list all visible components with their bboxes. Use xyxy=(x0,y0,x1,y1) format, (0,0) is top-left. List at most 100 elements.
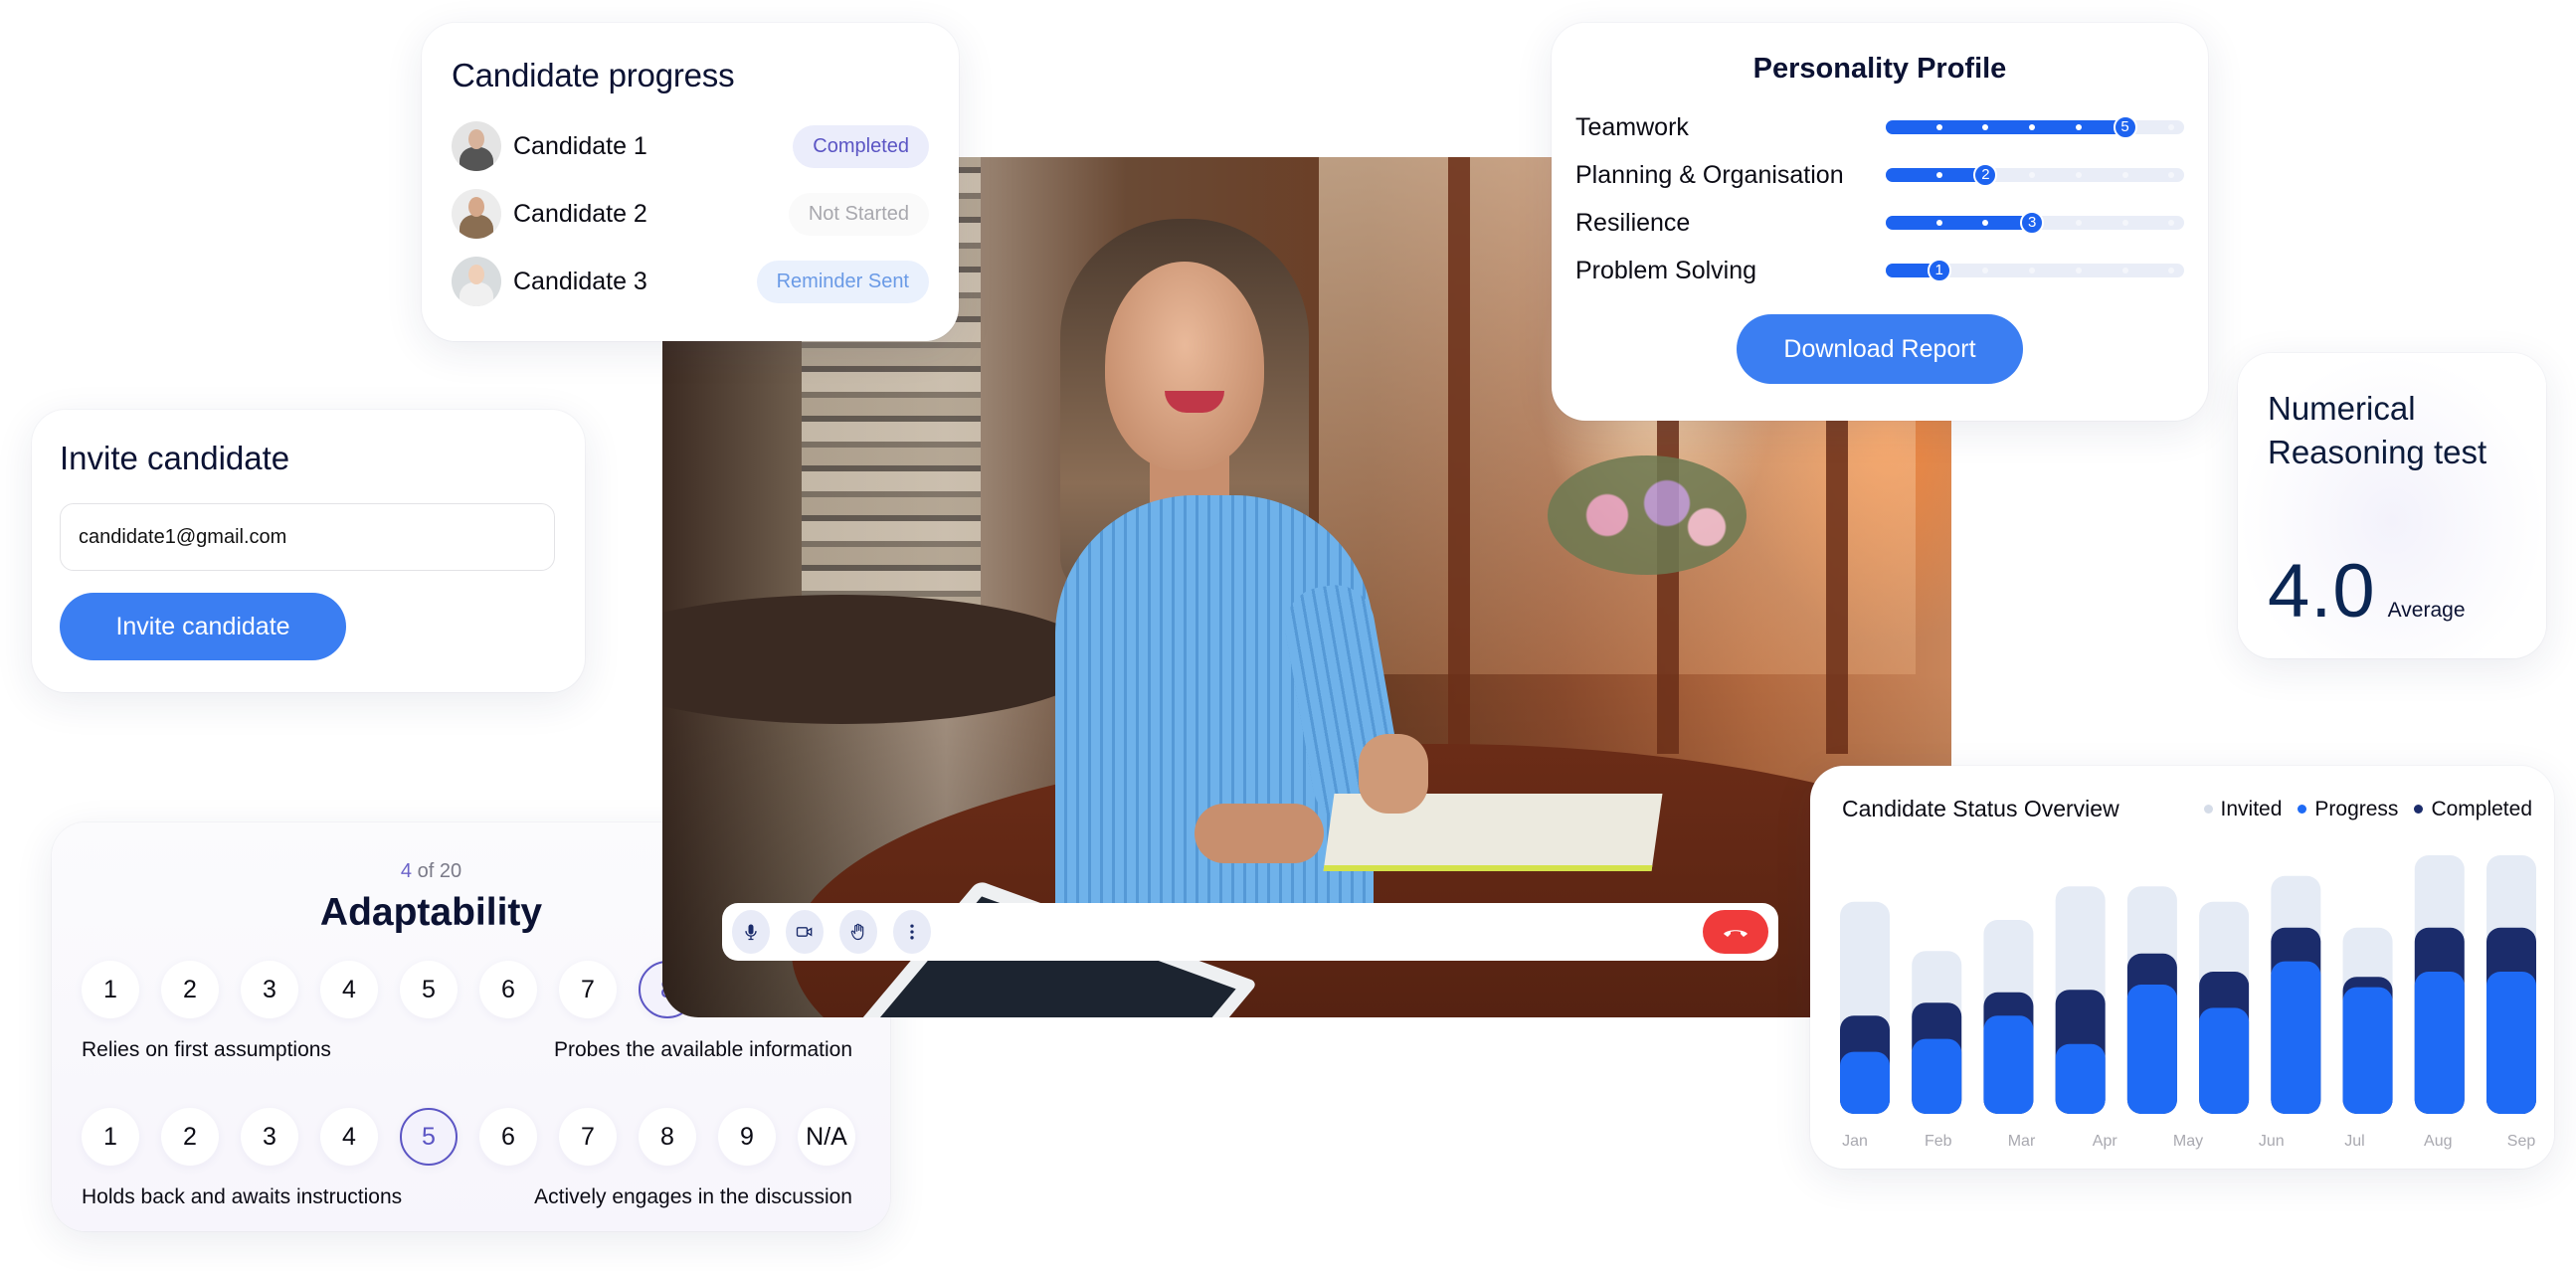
slider-tick xyxy=(2075,124,2082,130)
x-tick-label: Apr xyxy=(2093,1133,2118,1150)
personality-profile-card: Personality Profile Teamwork 5 Planning … xyxy=(1552,23,2208,421)
status-badge: Reminder Sent xyxy=(756,260,929,303)
raise-hand-button[interactable] xyxy=(839,910,877,954)
trait-row: Teamwork 5 xyxy=(1575,103,2184,151)
legend-item-progress: Progress xyxy=(2298,798,2398,821)
slider-handle[interactable]: 3 xyxy=(2020,211,2045,235)
end-call-button[interactable] xyxy=(1703,910,1768,954)
candidate-row[interactable]: Candidate 3 Reminder Sent xyxy=(452,248,929,315)
trait-label: Resilience xyxy=(1575,208,1691,237)
slider-tick xyxy=(2121,220,2128,226)
bar-chart: Jan Feb Mar Apr May Jun Jul Aug Sep xyxy=(1840,855,2536,1150)
video-person-hand xyxy=(1359,734,1428,814)
legend-label: Progress xyxy=(2314,797,2399,820)
rating-option[interactable]: 2 xyxy=(161,1108,219,1166)
chart-header: Candidate Status Overview Invited Progre… xyxy=(1842,796,2532,822)
rating-option[interactable]: 1 xyxy=(82,1108,139,1166)
left-anchor: Holds back and awaits instructions xyxy=(82,1185,403,1208)
slider-tick xyxy=(1935,220,1942,226)
trait-slider[interactable]: 3 xyxy=(1886,211,2184,235)
legend-swatch xyxy=(2203,805,2213,814)
trait-row: Resilience 3 xyxy=(1575,199,2184,247)
email-input[interactable] xyxy=(60,503,555,571)
slider-tick xyxy=(2075,172,2082,178)
microphone-icon xyxy=(745,924,757,941)
trait-row: Planning & Organisation 2 xyxy=(1575,151,2184,199)
x-tick-label: Jul xyxy=(2344,1133,2364,1150)
rating-option[interactable]: 6 xyxy=(479,1108,537,1166)
x-tick-label: Jan xyxy=(1842,1133,1868,1150)
legend-label: Invited xyxy=(2220,797,2283,820)
bar-progress xyxy=(2199,1007,2250,1114)
trait-label: Planning & Organisation xyxy=(1575,160,1844,189)
video-back-table xyxy=(662,595,1100,724)
scale-anchors-1: Relies on first assumptions Probes the a… xyxy=(82,1038,860,1062)
trait-list: Teamwork 5 Planning & Organisation 2 Res… xyxy=(1575,103,2184,294)
bar-progress xyxy=(2055,1043,2106,1114)
bar-progress xyxy=(2126,985,2177,1114)
rating-option[interactable]: 4 xyxy=(320,961,378,1018)
test-title: Numerical Reasoning test xyxy=(2268,390,2487,470)
video-flowers xyxy=(1548,455,1747,575)
more-options-button[interactable] xyxy=(893,910,931,954)
candidate-list: Candidate 1 Completed Candidate 2 Not St… xyxy=(452,112,929,315)
candidate-row[interactable]: Candidate 2 Not Started xyxy=(452,180,929,248)
slider-tick xyxy=(1935,124,1942,130)
x-tick-label: Aug xyxy=(2424,1133,2452,1150)
rating-option[interactable]: 5 xyxy=(400,1108,458,1166)
rating-option[interactable]: 2 xyxy=(161,961,219,1018)
left-anchor: Relies on first assumptions xyxy=(82,1038,331,1061)
numerical-reasoning-card: Numerical Reasoning test 4.0 Average xyxy=(2238,353,2546,658)
slider-tick xyxy=(1982,268,1989,273)
slider-handle[interactable]: 5 xyxy=(2113,115,2137,139)
bar-progress xyxy=(2486,972,2536,1114)
legend-swatch xyxy=(2298,805,2307,814)
slider-tick xyxy=(2075,220,2082,226)
rating-option[interactable]: 7 xyxy=(559,961,617,1018)
trait-slider[interactable]: 1 xyxy=(1886,259,2184,282)
mute-microphone-button[interactable] xyxy=(732,910,770,954)
score-label: Average xyxy=(2387,599,2466,622)
rating-option[interactable]: N/A xyxy=(798,1108,855,1166)
rating-option[interactable]: 4 xyxy=(320,1108,378,1166)
rating-option[interactable]: 9 xyxy=(718,1108,776,1166)
invite-candidate-button[interactable]: Invite candidate xyxy=(60,593,346,660)
candidate-row[interactable]: Candidate 1 Completed xyxy=(452,112,929,180)
legend-item-invited: Invited xyxy=(2203,797,2283,821)
rating-option[interactable]: 5 xyxy=(400,961,458,1018)
trait-label: Teamwork xyxy=(1575,112,1689,141)
x-tick-label: Feb xyxy=(1925,1133,1952,1150)
trait-slider[interactable]: 5 xyxy=(1886,115,2184,139)
video-person-hand xyxy=(1195,804,1324,863)
rating-option[interactable]: 8 xyxy=(639,1108,696,1166)
rating-option[interactable]: 1 xyxy=(82,961,139,1018)
invite-candidate-card: Invite candidate Invite candidate xyxy=(32,410,585,692)
avatar xyxy=(452,121,501,171)
slider-fill xyxy=(1886,216,2040,230)
slider-handle[interactable]: 1 xyxy=(1927,259,1951,282)
candidate-progress-card: Candidate progress Candidate 1 Completed… xyxy=(422,23,959,341)
trait-row: Problem Solving 1 xyxy=(1575,247,2184,294)
slider-handle[interactable]: 2 xyxy=(1973,163,1998,187)
rating-option[interactable]: 7 xyxy=(559,1108,617,1166)
slider-tick xyxy=(2168,268,2175,273)
candidate-status-chart-card: Candidate Status Overview Invited Progre… xyxy=(1810,766,2554,1169)
rating-option[interactable]: 3 xyxy=(241,961,298,1018)
avatar xyxy=(452,257,501,306)
video-person-face xyxy=(1105,262,1264,470)
trait-slider[interactable]: 2 xyxy=(1886,163,2184,187)
x-tick-label: Mar xyxy=(2008,1133,2036,1150)
slider-fill xyxy=(1886,120,2132,134)
rating-option[interactable]: 6 xyxy=(479,961,537,1018)
bar-progress xyxy=(1912,1038,1962,1114)
trait-label: Problem Solving xyxy=(1575,256,1757,284)
personality-profile-title: Personality Profile xyxy=(1752,53,2007,85)
hang-up-phone-icon xyxy=(1724,930,1748,937)
toggle-camera-button[interactable] xyxy=(786,910,824,954)
right-anchor: Actively engages in the discussion xyxy=(534,1185,852,1208)
legend-swatch xyxy=(2414,805,2424,814)
x-tick-label: Sep xyxy=(2507,1133,2536,1150)
rating-scale-2: 1 2 3 4 5 6 7 8 9 N/A xyxy=(82,1108,860,1166)
download-report-button[interactable]: Download Report xyxy=(1737,314,2023,384)
rating-option[interactable]: 3 xyxy=(241,1108,298,1166)
